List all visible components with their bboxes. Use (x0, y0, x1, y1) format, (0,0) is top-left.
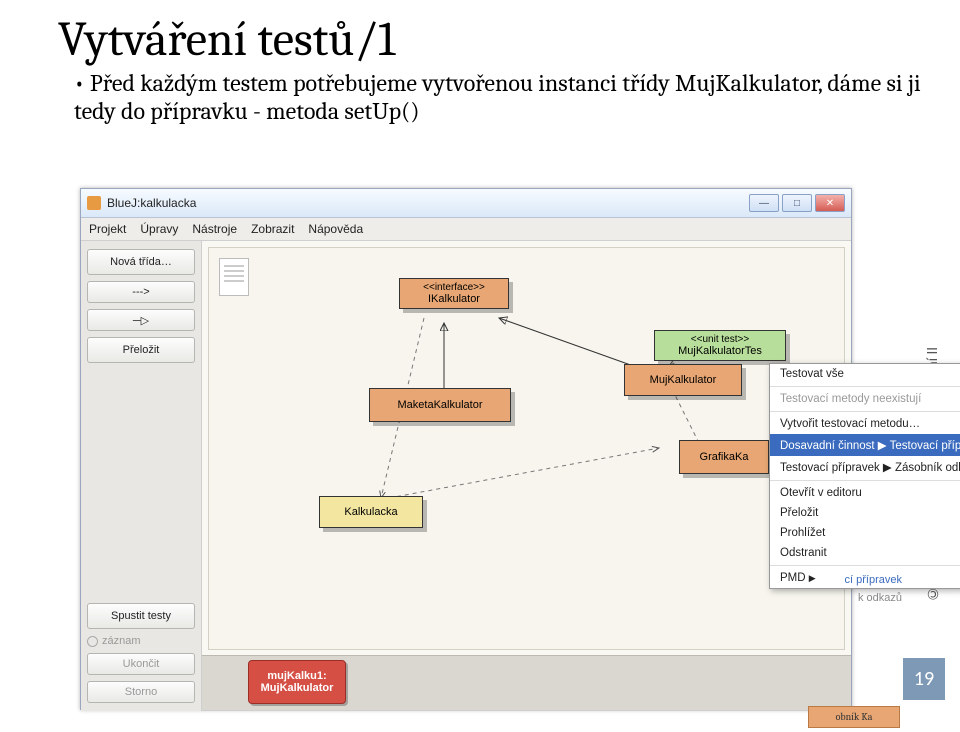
class-grafikaka[interactable]: GrafikaKa (679, 440, 769, 474)
menu-inspect[interactable]: Prohlížet (770, 523, 960, 543)
minimize-button[interactable]: — (749, 194, 779, 212)
slide-bullet: Před každým testem potřebujeme vytvořeno… (74, 69, 960, 125)
class-mujkalkulator[interactable]: MujKalkulator (624, 364, 742, 396)
class-label: Kalkulacka (326, 506, 416, 518)
menu-upravy[interactable]: Úpravy (140, 222, 178, 236)
menu-compile[interactable]: Přeložit (770, 503, 960, 523)
menu-fixture-to-bench[interactable]: Testovací přípravek ▶ Zásobník odkazů (770, 456, 960, 478)
object-type: MujKalkulator (249, 682, 345, 694)
class-maketakalkulator[interactable]: MaketaKalkulator (369, 388, 511, 422)
bluej-window: BlueJ:kalkulacka — □ ✕ Projekt Úpravy Ná… (80, 188, 852, 710)
class-label: IKalkulator (406, 293, 502, 305)
slide-title: Vytváření testů/1 (58, 12, 960, 67)
class-mujkalkulatortest[interactable]: <<unit test>> MujKalkulatorTes (654, 330, 786, 361)
object-instance[interactable]: mujKalku1: MujKalkulator (248, 660, 346, 704)
inheritance-arrow-button[interactable]: ─▷ (87, 309, 195, 331)
compile-button[interactable]: Přeložit (87, 337, 195, 363)
close-button[interactable]: ✕ (815, 194, 845, 212)
object-name: mujKalku1: (249, 670, 345, 682)
record-toggle[interactable]: záznam (87, 635, 195, 647)
stereotype-label: <<unit test>> (661, 334, 779, 345)
menu-open-editor[interactable]: Otevřít v editoru (770, 483, 960, 503)
background-hint-text: cí přípravek k odkazů (845, 572, 902, 607)
menu-no-test-methods: Testovací metody neexistují (770, 389, 960, 409)
run-tests-button[interactable]: Spustit testy (87, 603, 195, 629)
submenu-arrow-icon: ▶ (809, 573, 816, 583)
class-label: MujKalkulator (631, 374, 735, 386)
menubar: Projekt Úpravy Nástroje Zobrazit Nápověd… (81, 218, 851, 241)
class-label: GrafikaKa (686, 451, 762, 463)
object-bench[interactable]: mujKalku1: MujKalkulator (202, 655, 851, 710)
maximize-button[interactable]: □ (782, 194, 812, 212)
window-titlebar[interactable]: BlueJ:kalkulacka — □ ✕ (81, 189, 851, 218)
menu-nastroje[interactable]: Nástroje (192, 222, 237, 236)
readme-icon[interactable] (219, 258, 249, 296)
menu-projekt[interactable]: Projekt (89, 222, 126, 236)
class-diagram-canvas[interactable]: <<interface>> IKalkulator <<unit test>> … (202, 241, 851, 711)
background-class-peek: obník Ka (808, 706, 900, 728)
window-title: BlueJ:kalkulacka (107, 196, 196, 210)
end-button[interactable]: Ukončit (87, 653, 195, 675)
sidebar: Nová třída… ---> ─▷ Přeložit Spustit tes… (81, 241, 202, 711)
class-kalkulacka[interactable]: Kalkulacka (319, 496, 423, 528)
cancel-button[interactable]: Storno (87, 681, 195, 703)
menu-remove[interactable]: Odstranit (770, 543, 960, 563)
menu-test-all[interactable]: Testovat vše (770, 364, 960, 384)
class-ikalkulator[interactable]: <<interface>> IKalkulator (399, 278, 509, 309)
new-class-button[interactable]: Nová třída… (87, 249, 195, 275)
class-label: MaketaKalkulator (376, 399, 504, 411)
menu-create-test-method[interactable]: Vytvořit testovací metodu… (770, 414, 960, 434)
context-menu: Testovat vše Testovací metody neexistují… (769, 363, 960, 589)
menu-zobrazit[interactable]: Zobrazit (251, 222, 294, 236)
page-number-badge: 19 (903, 658, 945, 700)
menu-record-to-fixture[interactable]: Dosavadní činnost ▶ Testovací přípravek (770, 434, 960, 456)
menu-napoveda[interactable]: Nápověda (308, 222, 363, 236)
app-icon (87, 196, 101, 210)
stereotype-label: <<interface>> (406, 282, 502, 293)
class-label: MujKalkulatorTes (661, 345, 779, 357)
dependency-arrow-button[interactable]: ---> (87, 281, 195, 303)
